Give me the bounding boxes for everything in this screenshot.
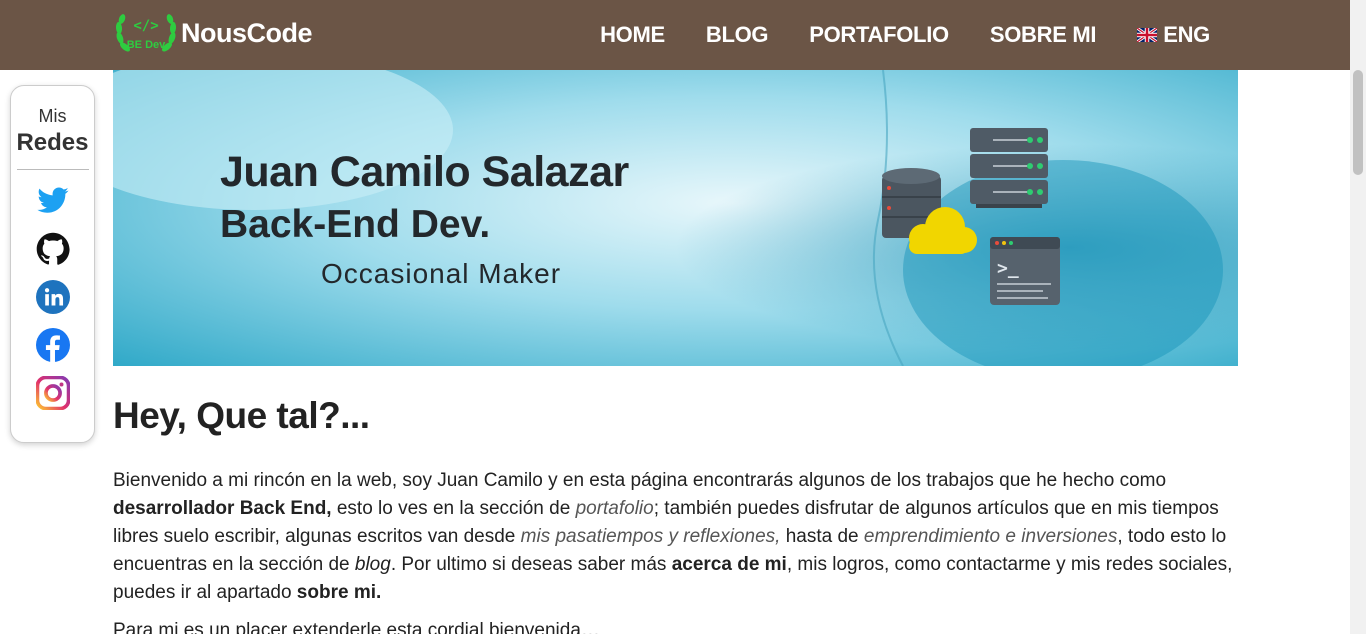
uk-flag-icon: [1137, 28, 1158, 42]
logo-text[interactable]: NousCode: [181, 18, 313, 49]
language-label: ENG: [1163, 22, 1210, 47]
intro-paragraph: Bienvenido a mi rincón en la web, soy Ju…: [113, 470, 1233, 603]
instagram-icon[interactable]: [35, 376, 70, 410]
linkedin-icon[interactable]: [35, 280, 70, 314]
page-scrollbar[interactable]: [1350, 0, 1366, 634]
link-portafolio[interactable]: portafolio: [576, 498, 654, 519]
terminal-icon: >_: [990, 237, 1060, 305]
server-icon: [970, 128, 1048, 208]
banner-role: Back-End Dev.: [220, 203, 491, 246]
banner-subtitle: Occasional Maker: [321, 258, 562, 289]
navbar: </> BE Dev NousCode HOME BLOG PORTAFOLIO…: [0, 0, 1350, 70]
logo-badge-icon: </> BE Dev: [113, 8, 179, 58]
nav-home[interactable]: HOME: [600, 22, 665, 48]
scrollbar-thumb[interactable]: [1353, 70, 1363, 175]
nav-portafolio[interactable]: PORTAFOLIO: [809, 22, 949, 48]
banner-name: Juan Camilo Salazar: [220, 148, 629, 196]
social-title-small: Mis: [38, 106, 67, 126]
github-icon[interactable]: [36, 232, 70, 266]
svg-text:>_: >_: [997, 258, 1019, 279]
page-heading: Hey, Que tal?...: [113, 395, 370, 436]
welcome-paragraph: Para mi es un placer extenderle esta cor…: [113, 620, 600, 634]
site-logo[interactable]: </> BE Dev NousCode: [113, 8, 313, 58]
main-nav: HOME BLOG PORTAFOLIO SOBRE MI ENG: [600, 0, 1210, 70]
twitter-icon[interactable]: [36, 184, 70, 218]
link-emprendimiento[interactable]: emprendimiento e inversiones: [864, 526, 1117, 547]
nav-sobre-mi[interactable]: SOBRE MI: [990, 22, 1097, 48]
social-divider: [16, 169, 89, 170]
svg-text:BE Dev: BE Dev: [127, 39, 166, 51]
hero-banner: >_ Juan Camilo Salazar Back-End Dev. Occ…: [113, 70, 1238, 366]
link-blog[interactable]: blog: [355, 554, 391, 575]
svg-text:</>: </>: [133, 18, 158, 34]
link-pasatiempos[interactable]: mis pasatiempos y reflexiones,: [521, 526, 781, 547]
main-content: Hey, Que tal?... Bienvenido a mi rincón …: [113, 395, 1238, 634]
social-sidebar: Mis Redes: [10, 85, 95, 443]
facebook-icon[interactable]: [35, 328, 70, 362]
nav-blog[interactable]: BLOG: [706, 22, 769, 48]
language-switch[interactable]: ENG: [1137, 22, 1210, 48]
social-title-big: Redes: [16, 129, 89, 156]
